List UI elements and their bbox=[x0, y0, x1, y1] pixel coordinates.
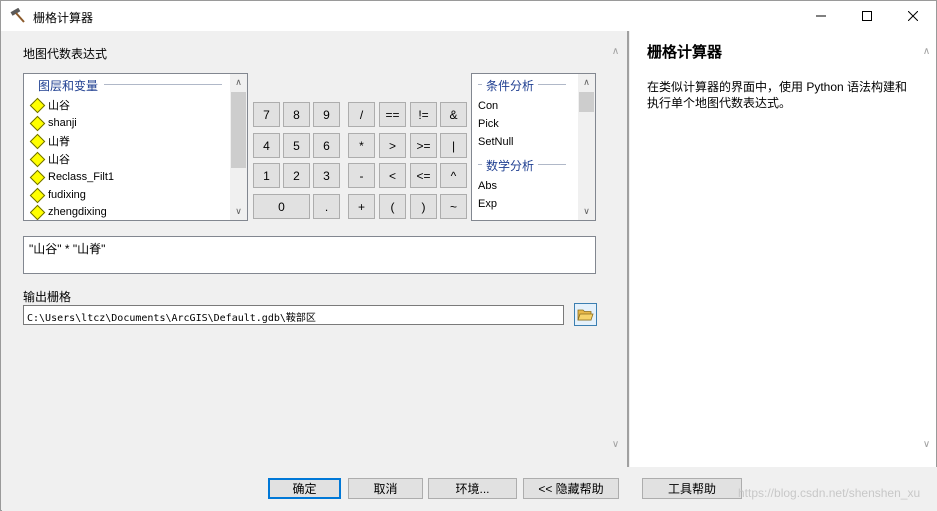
functions-scrollbar[interactable]: ∧ ∨ bbox=[578, 74, 595, 220]
maximize-icon bbox=[862, 11, 872, 21]
scrollbar-thumb[interactable] bbox=[231, 92, 246, 168]
key-8[interactable]: 8 bbox=[283, 102, 310, 127]
list-item[interactable]: fudixing bbox=[29, 186, 86, 204]
title-bar: 栅格计算器 bbox=[1, 1, 936, 31]
help-text: 在类似计算器的界面中，使用 Python 语法构建和执行单个地图代数表达式。 bbox=[647, 80, 908, 110]
list-item[interactable]: Reclass_Filt1 bbox=[29, 168, 114, 186]
tool-help-button[interactable]: 工具帮助 bbox=[642, 478, 742, 499]
expression-textbox[interactable]: "山谷" * "山脊" bbox=[23, 236, 596, 274]
panel-splitter[interactable] bbox=[627, 31, 629, 467]
minimize-button[interactable] bbox=[798, 1, 844, 31]
key-not[interactable]: ~ bbox=[440, 194, 467, 219]
browse-button[interactable] bbox=[574, 303, 597, 326]
list-item[interactable]: shanji bbox=[29, 114, 77, 132]
raster-calculator-window: 栅格计算器 地图代数表达式 图层和变量 山谷 shanji 山脊 山谷 Recl… bbox=[0, 0, 937, 511]
window-title: 栅格计算器 bbox=[33, 11, 94, 25]
layers-scrollbar[interactable]: ∧ ∨ bbox=[230, 74, 247, 220]
raster-layer-icon bbox=[29, 115, 46, 131]
dialog-button-bar: 确定 取消 环境... << 隐藏帮助 工具帮助 https://blog.cs… bbox=[2, 467, 937, 511]
raster-layer-icon bbox=[29, 97, 46, 113]
folder-open-icon bbox=[577, 309, 594, 320]
scrollbar-thumb[interactable] bbox=[579, 92, 594, 112]
key-divide[interactable]: / bbox=[348, 102, 375, 127]
minimize-icon bbox=[816, 15, 826, 17]
list-item[interactable]: 山谷 bbox=[29, 96, 70, 114]
layers-header: 图层和变量 bbox=[34, 77, 103, 94]
key-and[interactable]: & bbox=[440, 102, 467, 127]
parameters-panel: 地图代数表达式 图层和变量 山谷 shanji 山脊 山谷 Reclass_Fi… bbox=[2, 31, 627, 467]
scroll-down-icon[interactable]: ∨ bbox=[918, 436, 935, 453]
list-item[interactable]: Exp bbox=[478, 198, 497, 210]
key-2[interactable]: 2 bbox=[283, 163, 310, 188]
cancel-button[interactable]: 取消 bbox=[348, 478, 423, 499]
key-not-equal[interactable]: != bbox=[410, 102, 437, 127]
close-button[interactable] bbox=[890, 1, 936, 31]
scroll-up-icon[interactable]: ∧ bbox=[607, 43, 624, 60]
environments-button[interactable]: 环境... bbox=[428, 478, 517, 499]
key-greater[interactable]: > bbox=[379, 133, 406, 158]
key-close-paren[interactable]: ) bbox=[410, 194, 437, 219]
scroll-up-icon[interactable]: ∧ bbox=[918, 43, 935, 60]
expression-label: 地图代数表达式 bbox=[23, 47, 108, 61]
key-0[interactable]: 0 bbox=[253, 194, 310, 219]
scroll-up-icon[interactable]: ∧ bbox=[230, 74, 247, 91]
key-open-paren[interactable]: ( bbox=[379, 194, 406, 219]
scroll-down-icon[interactable]: ∨ bbox=[578, 203, 595, 220]
maximize-button[interactable] bbox=[844, 1, 890, 31]
key-multiply[interactable]: * bbox=[348, 133, 375, 158]
key-5[interactable]: 5 bbox=[283, 133, 310, 158]
scroll-down-icon[interactable]: ∨ bbox=[230, 203, 247, 220]
raster-layer-icon bbox=[29, 187, 46, 203]
key-7[interactable]: 7 bbox=[253, 102, 280, 127]
math-header: 数学分析 bbox=[482, 157, 539, 174]
help-title: 栅格计算器 bbox=[647, 44, 723, 61]
list-item[interactable]: Pick bbox=[478, 118, 499, 130]
list-item[interactable]: SetNull bbox=[478, 136, 513, 148]
raster-layer-icon bbox=[29, 169, 46, 185]
layers-listbox[interactable]: 图层和变量 山谷 shanji 山脊 山谷 Reclass_Filt1 fudi… bbox=[23, 73, 248, 221]
scroll-up-icon[interactable]: ∧ bbox=[578, 74, 595, 91]
list-item[interactable]: zhengdixing bbox=[30, 204, 107, 220]
list-item[interactable]: Con bbox=[478, 100, 498, 112]
scroll-down-icon[interactable]: ∨ bbox=[607, 436, 624, 453]
key-9[interactable]: 9 bbox=[313, 102, 340, 127]
close-icon bbox=[908, 11, 918, 21]
key-decimal[interactable]: . bbox=[313, 194, 340, 219]
key-xor[interactable]: ^ bbox=[440, 163, 467, 188]
hide-help-button[interactable]: << 隐藏帮助 bbox=[523, 478, 619, 499]
conditional-header: 条件分析 bbox=[482, 77, 539, 94]
key-3[interactable]: 3 bbox=[313, 163, 340, 188]
key-equal[interactable]: == bbox=[379, 102, 406, 127]
raster-layer-icon bbox=[30, 204, 46, 220]
key-minus[interactable]: - bbox=[348, 163, 375, 188]
key-1[interactable]: 1 bbox=[253, 163, 280, 188]
key-6[interactable]: 6 bbox=[313, 133, 340, 158]
key-less-equal[interactable]: <= bbox=[410, 163, 437, 188]
watermark: https://blog.csdn.net/shenshen_xu bbox=[738, 486, 921, 500]
functions-listbox[interactable]: 条件分析 Con Pick SetNull 数学分析 Abs Exp ∧ ∨ bbox=[471, 73, 596, 221]
panel-scrollbar[interactable]: ∧ ∨ bbox=[607, 31, 624, 467]
ok-button[interactable]: 确定 bbox=[268, 478, 341, 499]
output-label: 输出栅格 bbox=[23, 290, 72, 304]
output-path-input[interactable]: C:\Users\ltcz\Documents\ArcGIS\Default.g… bbox=[23, 305, 564, 325]
list-item[interactable]: 山脊 bbox=[29, 132, 70, 150]
raster-layer-icon bbox=[29, 133, 46, 149]
key-plus[interactable]: + bbox=[348, 194, 375, 219]
raster-layer-icon bbox=[29, 151, 46, 167]
help-panel: 栅格计算器 在类似计算器的界面中，使用 Python 语法构建和执行单个地图代数… bbox=[630, 31, 936, 467]
list-item[interactable]: Abs bbox=[478, 180, 497, 192]
key-less[interactable]: < bbox=[379, 163, 406, 188]
key-or[interactable]: | bbox=[440, 133, 467, 158]
help-scrollbar[interactable]: ∧ ∨ bbox=[918, 31, 935, 467]
key-4[interactable]: 4 bbox=[253, 133, 280, 158]
list-item[interactable]: 山谷 bbox=[29, 150, 70, 168]
key-greater-equal[interactable]: >= bbox=[410, 133, 437, 158]
hammer-icon bbox=[9, 7, 27, 24]
